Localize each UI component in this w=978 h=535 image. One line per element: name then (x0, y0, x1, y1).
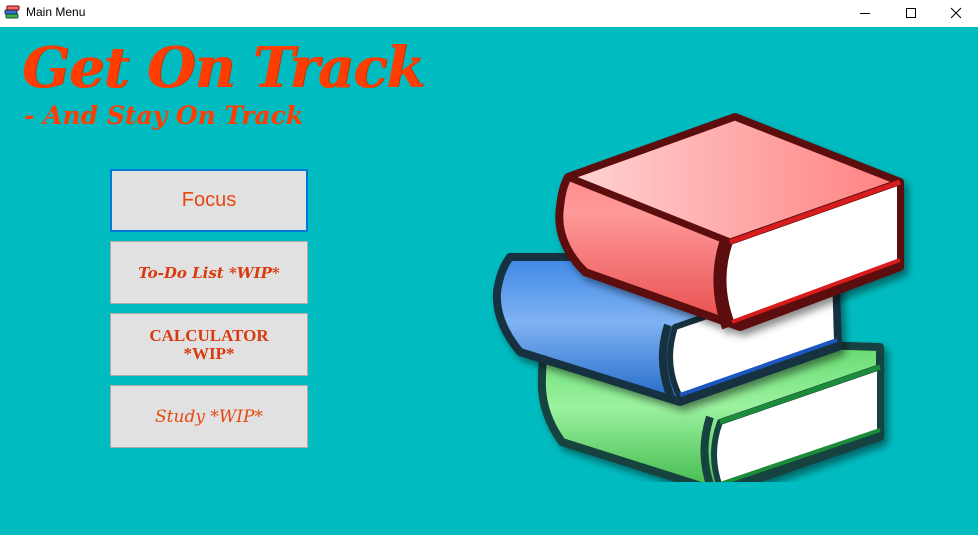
maximize-icon (905, 4, 917, 23)
title-bar[interactable]: Main Menu (0, 0, 978, 26)
app-books-icon (4, 4, 20, 20)
window-title: Main Menu (26, 5, 86, 19)
close-icon (950, 4, 962, 23)
client-area: Get On Track - And Stay On Track Focus T… (0, 27, 978, 535)
todo-list-button[interactable]: To-Do List *WIP* (110, 241, 308, 304)
focus-button[interactable]: Focus (110, 169, 308, 232)
study-button[interactable]: Study *WIP* (110, 385, 308, 448)
maximize-button[interactable] (888, 0, 934, 26)
minimize-icon (859, 4, 871, 23)
minimize-button[interactable] (842, 0, 888, 26)
close-button[interactable] (934, 0, 978, 26)
main-menu-window: Main Menu Get On Track - And Stay On Tra… (0, 0, 978, 535)
app-title: Get On Track (22, 35, 425, 101)
calculator-button[interactable]: CALCULATOR *WIP* (110, 313, 308, 376)
app-subtitle: - And Stay On Track (24, 101, 304, 130)
books-stack-illustration (480, 82, 930, 496)
